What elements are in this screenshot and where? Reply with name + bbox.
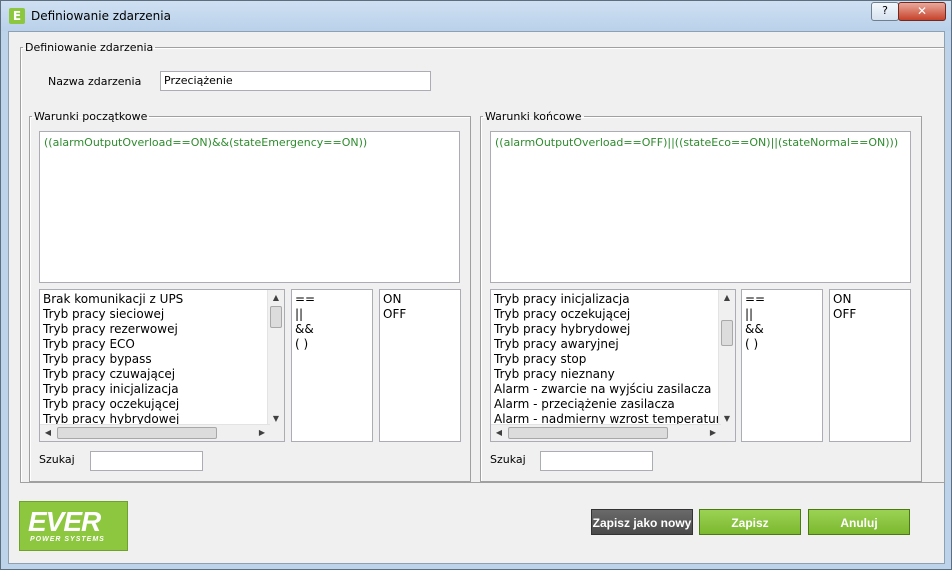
event-name-label: Nazwa zdarzenia — [48, 75, 142, 88]
app-icon: E — [9, 8, 25, 24]
scroll-thumb[interactable] — [721, 320, 733, 346]
end-search-input[interactable] — [540, 451, 653, 471]
close-button[interactable]: ✕ — [898, 2, 946, 21]
list-item[interactable]: Tryb pracy inicjalizacja — [494, 292, 732, 307]
event-name-input[interactable]: Przeciążenie — [160, 71, 431, 91]
save-as-new-button[interactable]: Zapisz jako nowy — [591, 509, 693, 535]
list-item[interactable]: Tryb pracy awaryjnej — [494, 337, 732, 352]
save-button[interactable]: Zapisz — [699, 509, 801, 535]
list-item[interactable]: Tryb pracy sieciowej — [43, 307, 281, 322]
logo-tagline: POWER SYSTEMS — [30, 536, 105, 543]
end-operators-list[interactable]: == || &&( ) — [741, 289, 823, 442]
value-item[interactable]: OFF — [383, 307, 457, 322]
dialog-client-area: Definiowanie zdarzenia Nazwa zdarzenia P… — [8, 31, 945, 564]
operator-item[interactable]: || — [745, 307, 819, 322]
list-item[interactable]: Alarm - zwarcie na wyjściu zasilacza — [494, 382, 732, 397]
scroll-corner — [719, 425, 735, 441]
dialog-window: E Definiowanie zdarzenia ? ✕ Definiowani… — [0, 0, 952, 570]
operator-item[interactable]: ( ) — [745, 337, 819, 352]
list-item[interactable]: Tryb pracy nieznany — [494, 367, 732, 382]
list-item[interactable]: Tryb pracy rezerwowej — [43, 322, 281, 337]
start-status-list[interactable]: Brak komunikacji z UPS Tryb pracy sieciow… — [39, 289, 285, 442]
end-values-list[interactable]: ON OFF — [829, 289, 911, 442]
help-button[interactable]: ? — [871, 2, 899, 21]
scroll-corner — [268, 425, 284, 441]
value-item[interactable]: OFF — [833, 307, 907, 322]
list-item[interactable]: Tryb pracy oczekującej — [43, 397, 281, 412]
start-search-label: Szukaj — [39, 453, 75, 466]
event-definition-legend: Definiowanie zdarzenia — [25, 41, 154, 54]
list-item[interactable]: Tryb pracy czuwającej — [43, 367, 281, 382]
value-item[interactable]: ON — [383, 292, 457, 307]
start-values-list[interactable]: ON OFF — [379, 289, 461, 442]
cancel-button[interactable]: Anuluj — [808, 509, 910, 535]
start-list-hscrollbar[interactable]: ◀ ▶ — [40, 424, 270, 441]
list-item[interactable]: Tryb pracy oczekującej — [494, 307, 732, 322]
scroll-thumb[interactable] — [57, 427, 217, 439]
operator-item[interactable]: || — [295, 307, 369, 322]
scroll-up-arrow-icon[interactable]: ▲ — [268, 290, 284, 306]
logo-text: EVER — [28, 506, 101, 537]
end-condition-editor[interactable]: ((alarmOutputOverload==OFF)||((stateEco=… — [490, 131, 911, 283]
end-status-list[interactable]: Tryb pracy inicjalizacja Tryb pracy oczek… — [490, 289, 736, 442]
ever-logo: EVER POWER SYSTEMS — [19, 501, 128, 551]
title-bar[interactable]: E Definiowanie zdarzenia ? ✕ — [1, 1, 951, 31]
end-list-hscrollbar[interactable]: ◀ ▶ — [491, 424, 721, 441]
scroll-up-arrow-icon[interactable]: ▲ — [719, 290, 735, 306]
operator-item[interactable]: == — [295, 292, 369, 307]
start-search-input[interactable] — [90, 451, 203, 471]
end-search-label: Szukaj — [490, 453, 526, 466]
scroll-thumb[interactable] — [508, 427, 668, 439]
end-conditions-legend: Warunki końcowe — [485, 110, 582, 123]
operator-item[interactable]: && — [295, 322, 369, 337]
scroll-left-arrow-icon[interactable]: ◀ — [491, 425, 507, 441]
list-item[interactable]: Tryb pracy inicjalizacja — [43, 382, 281, 397]
operator-item[interactable]: ( ) — [295, 337, 369, 352]
start-operators-list[interactable]: == || &&( ) — [291, 289, 373, 442]
start-conditions-legend: Warunki początkowe — [34, 110, 148, 123]
window-title: Definiowanie zdarzenia — [31, 9, 171, 23]
operator-item[interactable]: == — [745, 292, 819, 307]
end-list-vscrollbar[interactable]: ▲ ▼ — [718, 290, 735, 427]
value-item[interactable]: ON — [833, 292, 907, 307]
list-item[interactable]: Tryb pracy ECO — [43, 337, 281, 352]
list-item[interactable]: Tryb pracy hybrydowej — [494, 322, 732, 337]
scroll-thumb[interactable] — [270, 306, 282, 328]
start-condition-editor[interactable]: ((alarmOutputOverload==ON)&&(stateEmerge… — [39, 131, 460, 283]
list-item[interactable]: Brak komunikacji z UPS — [43, 292, 281, 307]
start-list-vscrollbar[interactable]: ▲ ▼ — [267, 290, 284, 427]
list-item[interactable]: Tryb pracy stop — [494, 352, 732, 367]
scroll-left-arrow-icon[interactable]: ◀ — [40, 425, 56, 441]
operator-item[interactable]: && — [745, 322, 819, 337]
list-item[interactable]: Tryb pracy bypass — [43, 352, 281, 367]
list-item[interactable]: Alarm - przeciążenie zasilacza — [494, 397, 732, 412]
